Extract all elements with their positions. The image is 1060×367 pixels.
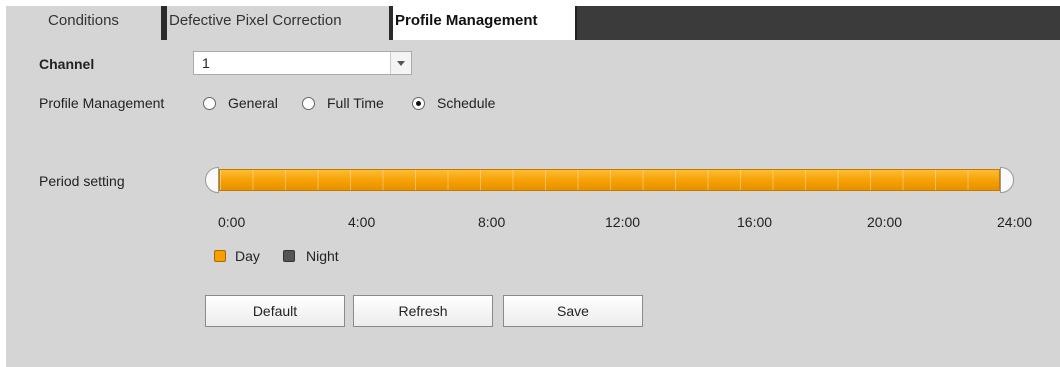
radio-general-circle[interactable] <box>203 96 216 110</box>
tick-label: 8:00 <box>478 214 506 230</box>
day-period-bar[interactable] <box>219 169 1000 191</box>
channel-select[interactable]: 1 <box>193 51 412 75</box>
period-setting-label: Period setting <box>39 173 125 189</box>
tab-bar: Conditions Defective Pixel Correction Pr… <box>6 6 1060 40</box>
tick-label: 0:00 <box>218 214 246 230</box>
radio-full-time-label: Full Time <box>327 95 384 111</box>
radio-schedule-circle[interactable] <box>412 96 425 110</box>
tick-label: 12:00 <box>605 214 641 230</box>
default-button[interactable]: Default <box>205 295 345 327</box>
tab-separator <box>575 6 577 40</box>
channel-value: 1 <box>202 55 210 71</box>
day-legend-swatch <box>214 250 226 262</box>
radio-full-time-circle[interactable] <box>302 96 315 110</box>
day-legend-label: Day <box>235 248 260 264</box>
tab-conditions[interactable]: Conditions <box>6 6 161 40</box>
tick-label: 16:00 <box>737 214 773 230</box>
refresh-button[interactable]: Refresh <box>353 295 493 327</box>
chevron-down-icon[interactable] <box>390 52 411 74</box>
tab-profile-management[interactable]: Profile Management <box>389 6 575 40</box>
radio-schedule[interactable]: Schedule <box>412 94 495 112</box>
night-legend-swatch <box>283 250 295 262</box>
profile-management-label: Profile Management <box>39 95 165 111</box>
tick-label: 24:00 <box>997 214 1033 230</box>
timeline-grid <box>220 170 999 190</box>
radio-general-label: General <box>228 95 278 111</box>
tab-defective-pixel-correction[interactable]: Defective Pixel Correction <box>161 6 389 40</box>
period-timeline[interactable] <box>205 167 1014 193</box>
radio-full-time[interactable]: Full Time <box>302 94 384 112</box>
tick-label: 4:00 <box>348 214 376 230</box>
timeline-end-handle[interactable] <box>1000 167 1014 193</box>
tick-label: 20:00 <box>867 214 903 230</box>
night-legend-label: Night <box>306 248 339 264</box>
save-button[interactable]: Save <box>503 295 643 327</box>
radio-schedule-label: Schedule <box>437 95 496 111</box>
channel-label: Channel <box>39 56 95 72</box>
radio-general[interactable]: General <box>203 94 278 112</box>
timeline-start-handle[interactable] <box>205 167 219 193</box>
